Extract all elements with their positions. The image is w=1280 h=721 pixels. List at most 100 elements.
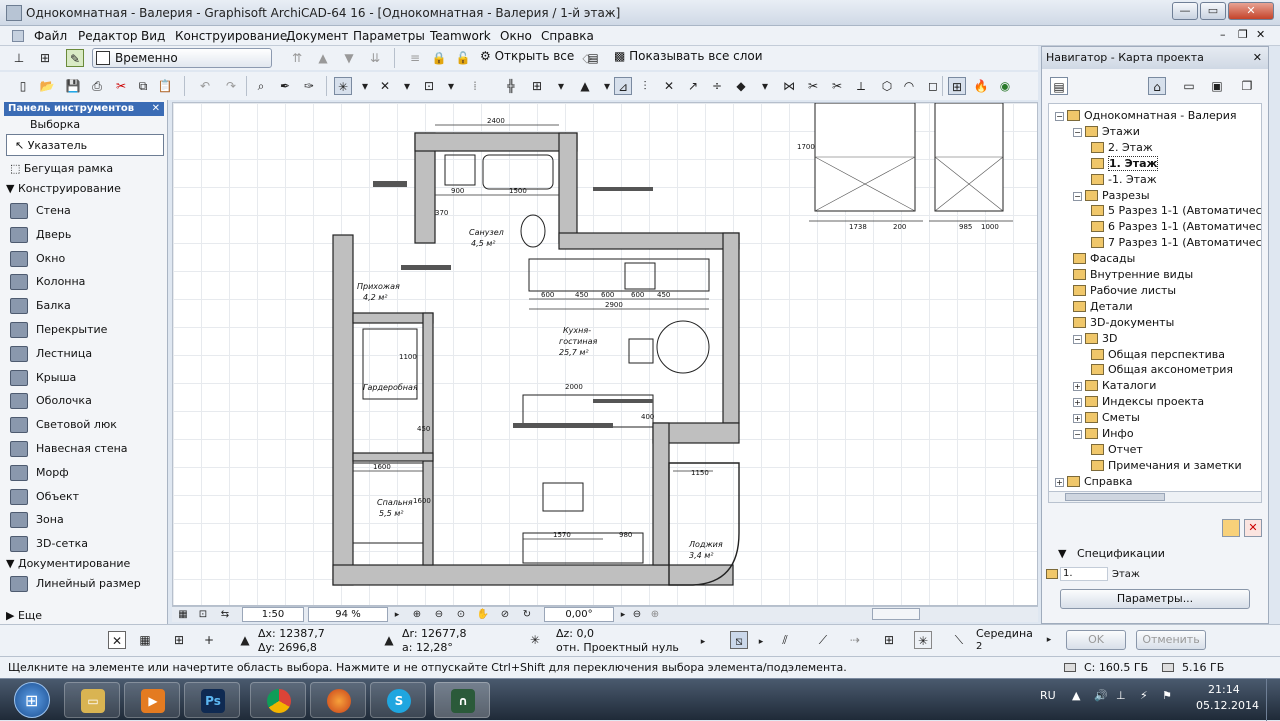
expand-icon[interactable]: +	[1073, 414, 1082, 424]
power-icon[interactable]: ⚡	[1140, 689, 1148, 702]
taskbar-skype[interactable]: S	[370, 682, 426, 718]
tool-construct-4[interactable]: Балка	[10, 295, 162, 317]
close-button[interactable]: ✕	[1228, 2, 1274, 20]
doc-close-button[interactable]: ✕	[1256, 28, 1265, 41]
taskbar-media[interactable]: ▶	[124, 682, 180, 718]
tree-item[interactable]: 3D-документы	[1073, 315, 1174, 330]
snap-guide-icon[interactable]: ⊡	[420, 77, 438, 95]
publisher-icon[interactable]: ❐	[1238, 77, 1256, 95]
zoom-out-icon[interactable]: ⊖	[430, 606, 448, 624]
tool-construct-12[interactable]: Объект	[10, 486, 162, 508]
suspend-groups-icon[interactable]: ✎	[66, 49, 84, 67]
menu-arrow-icon[interactable]: ▸	[752, 633, 770, 651]
tool-construct-2[interactable]: Окно	[10, 248, 162, 270]
tool-dimension[interactable]: Линейный размер	[10, 573, 162, 595]
menu-teamwork[interactable]: Teamwork	[430, 29, 491, 43]
zoom-window-icon[interactable]: ⊙	[452, 606, 470, 624]
taskbar-photoshop[interactable]: Ps	[184, 682, 240, 718]
send-to-back-icon[interactable]: ⇊	[366, 49, 384, 67]
scale-field[interactable]: 1:50	[242, 607, 304, 622]
open-icon[interactable]: 📂	[38, 77, 56, 95]
polar-icon[interactable]: ▲	[380, 631, 398, 649]
layout-book-icon[interactable]: ▣	[1208, 77, 1226, 95]
redo-icon[interactable]: ↷	[222, 77, 240, 95]
relative-construction-icon[interactable]: ⧅	[730, 631, 748, 649]
minimize-button[interactable]: —	[1172, 2, 1198, 20]
tree-scrollbar[interactable]	[1048, 491, 1262, 503]
bisector-icon[interactable]: ⊞	[880, 631, 898, 649]
tool-construct-9[interactable]: Световой люк	[10, 414, 162, 436]
tree-item[interactable]: Общая перспектива	[1091, 347, 1225, 362]
menu-options[interactable]: Параметры	[353, 29, 425, 43]
clock-date[interactable]: 05.12.2014	[1196, 699, 1259, 712]
show-all-layers-button[interactable]: ▩ Показывать все слои	[614, 49, 763, 63]
tree-item[interactable]: 2. Этаж	[1091, 140, 1153, 155]
trim-icon[interactable]: ✂	[804, 77, 822, 95]
dropdown-arrow-icon[interactable]: ▾	[356, 77, 374, 95]
adjust-icon[interactable]: ⟂	[852, 77, 870, 95]
layers-icon[interactable]: ▤	[584, 49, 602, 67]
tool-construct-10[interactable]: Навесная стена	[10, 438, 162, 460]
tool-construct-14[interactable]: 3D-сетка	[10, 533, 162, 555]
reference-menu-icon[interactable]: ▸	[694, 633, 712, 651]
tree-item[interactable]: Детали	[1073, 299, 1133, 314]
arrow-icon[interactable]: ↗	[684, 77, 702, 95]
pin-icon[interactable]: ⊥	[10, 49, 28, 67]
zoom-in-icon[interactable]: ⊕	[408, 606, 426, 624]
tray-arrow-icon[interactable]: ▲	[1072, 689, 1080, 702]
navigator-close-icon[interactable]: ✕	[1253, 47, 1262, 69]
menu-edit[interactable]: Редактор	[78, 29, 137, 43]
magic-wand-icon[interactable]: ✳	[334, 77, 352, 95]
expand-icon[interactable]: +	[1073, 382, 1082, 392]
tree-scroll-thumb[interactable]	[1065, 493, 1165, 501]
menu-file[interactable]: Файл	[34, 29, 67, 43]
plus-icon[interactable]: +	[200, 631, 218, 649]
expand-icon[interactable]: +	[1055, 477, 1064, 487]
cross-icon[interactable]: ✕	[108, 631, 126, 649]
tree-item[interactable]: − Разрезы	[1073, 188, 1150, 203]
network-icon[interactable]: ⊥	[1116, 689, 1126, 702]
taskbar-firefox[interactable]	[310, 682, 366, 718]
tree-item[interactable]: 6 Разрез 1-1 (Автоматичес	[1091, 219, 1261, 234]
snap-point-icon[interactable]: ✳	[914, 631, 932, 649]
new-icon[interactable]: ▯	[14, 77, 32, 95]
menu-window[interactable]: Окно	[500, 29, 532, 43]
horizontal-scrollbar[interactable]	[872, 608, 920, 620]
document-group-header[interactable]: ▼ Документирование	[6, 557, 130, 570]
view-map-icon[interactable]: ▭	[1180, 77, 1198, 95]
tool-construct-1[interactable]: Дверь	[10, 224, 162, 246]
trace-icon[interactable]: ▲	[576, 77, 594, 95]
view-icon[interactable]: ▦	[174, 606, 192, 624]
guide-lines-icon[interactable]: ✕	[376, 77, 394, 95]
tool-construct-6[interactable]: Лестница	[10, 343, 162, 365]
collapse-icon[interactable]: −	[1073, 334, 1082, 344]
zoom-menu-icon[interactable]: ▸	[388, 606, 406, 624]
layout-icon[interactable]: ⊿	[614, 77, 632, 95]
tool-construct-0[interactable]: Стена	[10, 200, 162, 222]
zoom-previous-icon[interactable]: ⊖	[628, 606, 646, 624]
move-icon[interactable]: ◆	[732, 77, 750, 95]
copy-icon[interactable]: ⧉	[134, 77, 152, 95]
tree-item[interactable]: Примечания и заметки	[1091, 458, 1242, 473]
zoom-extents-icon[interactable]: ⊡	[194, 606, 212, 624]
reset-order-icon[interactable]: ≡	[406, 49, 424, 67]
snap-icon[interactable]: ⊞	[528, 77, 546, 95]
taskbar-archicad[interactable]: ∩	[434, 682, 490, 718]
flag-icon[interactable]: ⚑	[1162, 689, 1172, 702]
tree-item[interactable]: 7 Разрез 1-1 (Автоматичес	[1091, 235, 1261, 250]
fit-icon[interactable]: ⊘	[496, 606, 514, 624]
snap-grid-icon[interactable]: ⊞	[170, 631, 188, 649]
open-all-button[interactable]: ⚙ Открыть все	[480, 49, 574, 63]
render-icon[interactable]: 🔥	[972, 77, 990, 95]
dropdown-arrow-icon[interactable]: ▾	[756, 77, 774, 95]
tree-item[interactable]: − 3D	[1073, 331, 1117, 346]
menu-help[interactable]: Справка	[541, 29, 594, 43]
zoom-field[interactable]: 94 %	[308, 607, 388, 622]
plan-canvas[interactable]: Прихожая 4,2 м² Санузел 4,5 м² Кухня- го…	[172, 102, 1038, 606]
collapse-icon[interactable]: −	[1073, 191, 1082, 201]
measure-icon[interactable]: ▲	[236, 631, 254, 649]
ok-button[interactable]: OK	[1066, 630, 1126, 650]
tool-arrow[interactable]: ↖ Указатель	[6, 134, 164, 156]
menu-view[interactable]: Вид	[141, 29, 165, 43]
divide-icon[interactable]: ÷	[708, 77, 726, 95]
